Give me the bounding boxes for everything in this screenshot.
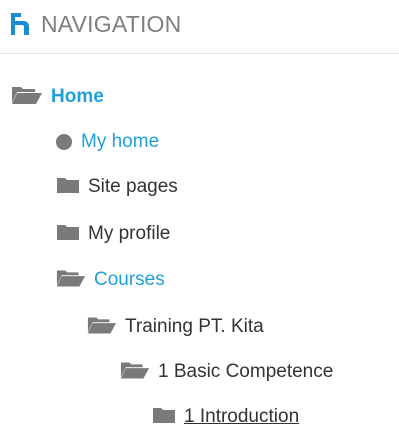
folder-icon bbox=[56, 176, 80, 199]
tree-item-label[interactable]: My profile bbox=[88, 223, 170, 245]
folder-open-icon bbox=[11, 85, 43, 110]
tree-item-my-home[interactable]: My home bbox=[56, 127, 159, 157]
tree-item-section[interactable]: 1 Basic Competence bbox=[120, 357, 333, 387]
tree-item-label[interactable]: 1 Basic Competence bbox=[158, 361, 333, 383]
tree-item-label[interactable]: Home bbox=[51, 86, 104, 108]
tree-item-site-pages[interactable]: Site pages bbox=[56, 172, 178, 202]
tree-item-course[interactable]: Training PT. Kita bbox=[87, 312, 264, 342]
tree-item-label[interactable]: 1 Introduction bbox=[184, 406, 299, 428]
circle-bullet-icon bbox=[56, 134, 72, 150]
folder-open-icon bbox=[87, 315, 117, 340]
tree-item-home[interactable]: Home bbox=[11, 82, 104, 112]
header-divider bbox=[0, 53, 399, 54]
tree-item-topic[interactable]: 1 Introduction bbox=[152, 402, 299, 432]
navigation-block-header: NAVIGATION bbox=[11, 4, 399, 44]
tree-item-label[interactable]: Training PT. Kita bbox=[125, 316, 264, 338]
tree-item-label[interactable]: Courses bbox=[94, 269, 165, 291]
tree-item-my-profile[interactable]: My profile bbox=[56, 219, 170, 249]
folder-open-icon bbox=[56, 268, 86, 293]
folder-open-icon bbox=[120, 360, 150, 385]
folder-icon bbox=[152, 406, 176, 429]
tree-item-courses[interactable]: Courses bbox=[56, 265, 165, 295]
tree-item-label[interactable]: My home bbox=[81, 131, 159, 153]
block-title: NAVIGATION bbox=[41, 10, 182, 37]
navigation-block-icon bbox=[11, 13, 33, 35]
tree-item-label[interactable]: Site pages bbox=[88, 176, 178, 198]
folder-icon bbox=[56, 223, 80, 246]
